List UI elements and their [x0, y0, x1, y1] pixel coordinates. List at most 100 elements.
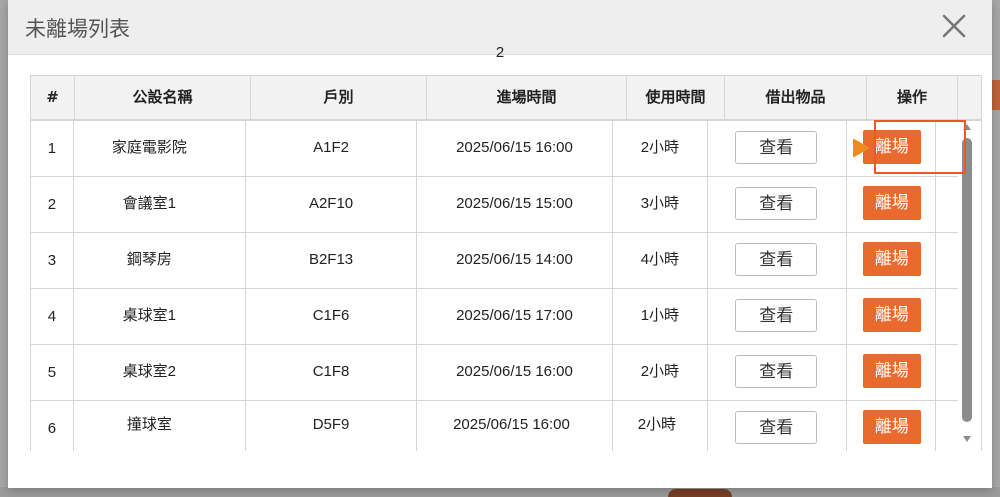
cell-unit: A1F2: [246, 121, 418, 176]
unit-text: C1F8: [312, 363, 350, 380]
pointer-arrow-icon: [853, 139, 869, 157]
cell-unit: D5F9: [246, 401, 418, 451]
duration-text: 2小時: [640, 139, 680, 156]
view-button[interactable]: 查看: [735, 299, 818, 332]
table-row: 1 家庭電影院 A1F2 2025/06/15 16:00 2小時 查看 離場: [31, 121, 958, 177]
cell-facility: 撞球室: [74, 401, 246, 451]
leave-button[interactable]: 離場: [862, 186, 921, 220]
chevron-down-icon[interactable]: [962, 434, 972, 444]
cell-spacer: [936, 401, 958, 451]
view-button[interactable]: 查看: [735, 243, 818, 276]
leave-button[interactable]: 離場: [862, 298, 921, 332]
close-button[interactable]: [938, 10, 970, 42]
col-header-actions: 操作: [867, 76, 958, 119]
scrollbar-thumb[interactable]: [962, 138, 972, 422]
cell-enter-time: 2025/06/15 16:00: [417, 121, 613, 176]
unreleased-table: # 公設名稱 戶別 進場時間 使用時間 借出物品 操作 1 家庭電影院 A1F2…: [30, 75, 982, 451]
leave-button[interactable]: 離場: [862, 354, 921, 388]
duration-text: 3小時: [640, 195, 680, 212]
cell-duration: 2小時: [613, 121, 709, 176]
cell-duration: 2小時: [613, 401, 709, 451]
facility-text: 家庭電影院: [111, 139, 187, 156]
cell-enter-time: 2025/06/15 14:00: [417, 233, 613, 288]
cell-spacer: [936, 345, 958, 400]
unit-text: C1F6: [312, 307, 350, 324]
cell-unit: C1F6: [246, 289, 418, 344]
cell-unit: A2F10: [246, 177, 418, 232]
cell-spacer: [936, 289, 958, 344]
enter-time-text: 2025/06/15 16:00: [456, 363, 573, 380]
cell-actions: 離場: [847, 345, 936, 400]
cell-duration: 1小時: [613, 289, 709, 344]
page-indicator: 2: [495, 44, 505, 61]
cell-facility: 家庭電影院: [74, 121, 246, 176]
col-header-duration: 使用時間: [627, 76, 725, 119]
view-button[interactable]: 查看: [735, 187, 818, 220]
unreleased-list-modal: 未離場列表 2 # 公設名稱 戶別 進場時間 使用時間 借出物品 操作 1 家庭…: [8, 0, 992, 488]
cell-no: 5: [31, 345, 74, 400]
cell-facility: 桌球室1: [74, 289, 246, 344]
facility-text: 會議室1: [122, 195, 176, 212]
unit-text: A2F10: [308, 195, 354, 212]
cell-borrowed-items: 查看: [708, 401, 847, 451]
table-row: 6 撞球室 D5F9 2025/06/15 16:00 2小時 查看 離場: [31, 401, 958, 451]
leave-button[interactable]: 離場: [862, 242, 921, 276]
table-row: 3 鋼琴房 B2F13 2025/06/15 14:00 4小時 查看 離場: [31, 233, 958, 289]
cell-actions: 離場: [847, 233, 936, 288]
table-scrollbar[interactable]: [960, 122, 974, 444]
enter-time-text: 2025/06/15 16:00: [456, 139, 573, 156]
duration-text: 2小時: [637, 416, 677, 433]
chevron-up-icon[interactable]: [962, 122, 972, 132]
background-bottom-pill: [668, 489, 732, 497]
background-accent-strip: [992, 80, 1000, 110]
col-header-unit: 戶別: [251, 76, 427, 119]
leave-button[interactable]: 離場: [862, 410, 921, 444]
cell-no: 4: [31, 289, 74, 344]
unit-text: B2F13: [308, 251, 354, 268]
cell-spacer: [936, 233, 958, 288]
facility-text: 撞球室: [126, 416, 172, 433]
duration-text: 2小時: [640, 363, 680, 380]
cell-borrowed-items: 查看: [708, 289, 847, 344]
view-button[interactable]: 查看: [735, 411, 818, 444]
cell-duration: 2小時: [613, 345, 709, 400]
enter-time-text: 2025/06/15 17:00: [456, 307, 573, 324]
view-button[interactable]: 查看: [735, 131, 818, 164]
cell-duration: 3小時: [613, 177, 709, 232]
view-button[interactable]: 查看: [735, 355, 818, 388]
cell-facility: 會議室1: [74, 177, 246, 232]
facility-text: 鋼琴房: [126, 251, 172, 268]
cell-no: 1: [31, 121, 74, 176]
cell-spacer: [936, 121, 958, 176]
cell-no: 6: [31, 401, 74, 451]
cell-duration: 4小時: [613, 233, 709, 288]
close-icon: [942, 14, 966, 38]
facility-text: 桌球室1: [122, 307, 176, 324]
enter-time-text: 2025/06/15 15:00: [456, 195, 573, 212]
unit-text: D5F9: [312, 416, 350, 433]
cell-facility: 鋼琴房: [74, 233, 246, 288]
background-bottom-bar: [0, 487, 1000, 497]
cell-borrowed-items: 查看: [708, 177, 847, 232]
cell-borrowed-items: 查看: [708, 233, 847, 288]
leave-button[interactable]: 離場: [862, 130, 921, 164]
cell-unit: B2F13: [246, 233, 418, 288]
cell-actions: 離場: [847, 401, 936, 451]
col-header-no: #: [31, 76, 75, 119]
table-row: 4 桌球室1 C1F6 2025/06/15 17:00 1小時 查看 離場: [31, 289, 958, 345]
unit-text: A1F2: [313, 139, 349, 156]
cell-actions: 離場: [847, 289, 936, 344]
cell-actions: 離場: [847, 177, 936, 232]
col-header-spacer: [958, 76, 981, 119]
enter-time-text: 2025/06/15 14:00: [456, 251, 573, 268]
cell-no: 3: [31, 233, 74, 288]
modal-title: 未離場列表: [25, 17, 130, 41]
cell-enter-time: 2025/06/15 17:00: [417, 289, 613, 344]
cell-unit: C1F8: [246, 345, 418, 400]
cell-enter-time: 2025/06/15 15:00: [417, 177, 613, 232]
cell-spacer: [936, 177, 958, 232]
cell-enter-time: 2025/06/15 16:00: [417, 345, 613, 400]
cell-enter-time: 2025/06/15 16:00: [417, 401, 613, 451]
table-row: 2 會議室1 A2F10 2025/06/15 15:00 3小時 查看 離場: [31, 177, 958, 233]
enter-time-text: 2025/06/15 16:00: [453, 416, 570, 433]
